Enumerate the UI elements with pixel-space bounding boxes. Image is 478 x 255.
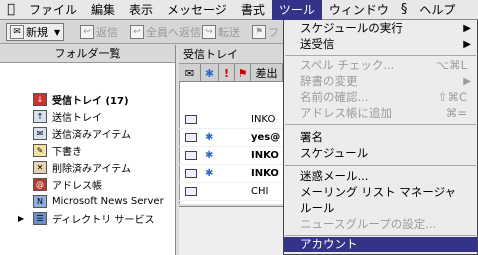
menu-tools[interactable]: ツール [271,0,322,20]
menu-item-newsgroup-settings[interactable]: ニュースグループの設定... [284,217,477,232]
menu-window[interactable]: ウィンドウ [322,0,396,20]
menu-item-add-to-address-book[interactable]: アドレス帳に追加 ⌘= [284,106,477,121]
folder-inbox[interactable]: ↓ 受信トレイ (17) [0,91,176,108]
message-sender: CHI [251,186,269,197]
envelope-icon [185,151,197,160]
menu-separator [285,55,476,56]
submenu-arrow-icon: ▶ [463,39,471,50]
menu-item-rules[interactable]: ルール [284,201,477,216]
message-sender: yes@ [251,132,281,143]
menu-item-spell-check[interactable]: スペル チェック... ⌥⌘L [284,58,477,73]
flag-button-label: フ [268,26,279,39]
envelope-icon [185,187,197,196]
folder-list-header: フォルダ一覧 [0,45,175,63]
tools-menu: スケジュールの実行 ▶ 送受信 ▶ スペル チェック... ⌥⌘L 辞書の変更 … [283,20,478,255]
script-menu-icon[interactable]: § [396,0,413,20]
online-star-icon: ✱ [205,132,214,143]
folder-directory-services[interactable]: ▶ ☰ ディレクトリ サービス [0,210,176,227]
menu-separator [285,124,476,125]
folder-outbox[interactable]: ↑ 送信トレイ [0,108,176,125]
folder-drafts[interactable]: ✎ 下書き [0,142,176,159]
message-sender: INKO [251,114,276,125]
column-status-icon[interactable]: ✉ [179,64,201,82]
folder-address-book[interactable]: @ アドレス帳 [0,176,176,193]
menu-item-send-receive[interactable]: 送受信 ▶ [284,37,477,52]
chevron-down-icon: ▼ [54,27,61,37]
news-server-icon: N [33,195,47,208]
column-priority-icon[interactable]: ! [219,64,235,82]
menu-help[interactable]: ヘルプ [412,0,462,20]
folder-deleted-items[interactable]: ✕ 削除済みアイテム [0,159,176,176]
menu-message[interactable]: メッセージ [160,0,234,20]
menubar:  ファイル 編集 表示 メッセージ 書式 ツール ウィンドウ § ヘルプ [0,0,478,20]
new-message-icon: ✉ [10,25,24,39]
submenu-arrow-icon: ▶ [463,76,471,87]
drafts-icon: ✎ [33,144,47,157]
reply-all-button-label: 全員へ返信 [146,26,201,39]
folder-sent-items[interactable]: ✉ 送信済みアイテム [0,125,176,142]
menu-item-signatures[interactable]: 署名 [284,130,477,145]
menu-file[interactable]: ファイル [22,0,84,20]
menu-separator [285,235,476,236]
menu-edit[interactable]: 編集 [84,0,122,20]
menu-separator [285,165,476,166]
forward-button[interactable]: ↪ 転送 [202,23,240,41]
outbox-icon: ↑ [33,110,47,123]
trash-icon: ✕ [33,161,47,174]
menu-view[interactable]: 表示 [122,0,160,20]
menu-item-change-dictionary[interactable]: 辞書の変更 ▶ [284,74,477,89]
new-button-label: 新規 [26,26,48,39]
envelope-icon [185,133,197,142]
menu-item-check-names[interactable]: 名前の確認... ⇧⌘C [284,90,477,105]
address-book-icon: @ [33,178,47,191]
shortcut-label: ⌘= [445,106,467,120]
shortcut-label: ⇧⌘C [437,90,467,104]
message-sender: INKO [251,150,279,161]
sent-items-icon: ✉ [33,127,47,140]
column-flag-icon[interactable]: ⚑ [235,64,251,82]
menu-item-mailing-list-manager[interactable]: メーリング リスト マネージャ [284,185,477,200]
message-sender: INKO [251,168,279,179]
column-online-icon[interactable]: ✱ [201,64,219,82]
menu-format[interactable]: 書式 [234,0,272,20]
flag-button[interactable]: ⚑ フ [252,23,279,41]
submenu-arrow-icon: ▶ [463,23,471,34]
apple-menu-icon[interactable]:  [0,2,22,17]
menu-item-schedules[interactable]: スケジュール [284,146,477,161]
reply-all-icon: ↩ [130,25,144,39]
forward-icon: ↪ [202,25,216,39]
reply-icon: ↩ [80,25,94,39]
shortcut-label: ⌥⌘L [435,58,467,72]
inbox-icon: ↓ [33,93,47,106]
online-star-icon: ✱ [205,168,214,179]
folder-list-panel: フォルダ一覧 ↓ 受信トレイ (17) ↑ 送信トレイ ✉ 送信済みアイテム ✎… [0,45,176,255]
menu-item-run-schedule[interactable]: スケジュールの実行 ▶ [284,21,477,36]
envelope-icon [185,115,197,124]
folder-news-server[interactable]: N Microsoft News Server [0,193,176,210]
menu-item-junk-mail[interactable]: 迷惑メール... [284,169,477,184]
directory-services-icon: ☰ [33,212,47,225]
menu-item-accounts[interactable]: アカウント [284,237,477,252]
column-from[interactable]: 差出 [251,64,283,82]
forward-button-label: 転送 [218,26,240,39]
reply-button-label: 返信 [96,26,118,39]
reply-all-button[interactable]: ↩ 全員へ返信 [130,23,201,41]
flag-icon: ⚑ [252,25,266,39]
online-star-icon: ✱ [205,150,214,161]
reply-button[interactable]: ↩ 返信 [80,23,118,41]
disclosure-triangle-icon[interactable]: ▶ [18,214,24,223]
new-button[interactable]: ✉ 新規 ▼ [6,23,65,41]
envelope-icon [185,169,197,178]
